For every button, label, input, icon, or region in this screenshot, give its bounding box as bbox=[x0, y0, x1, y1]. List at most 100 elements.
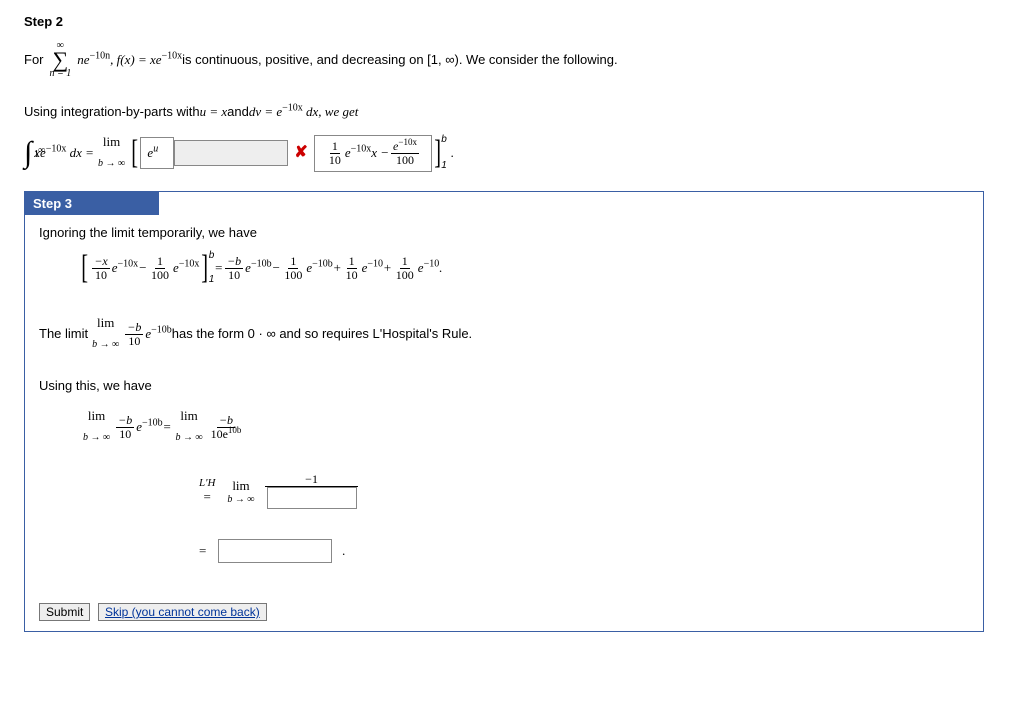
t: 100 bbox=[149, 269, 171, 282]
t: −10x bbox=[351, 144, 372, 155]
step3-line2: The limit limb → ∞ −b10 e−10b has the fo… bbox=[39, 312, 969, 356]
correct-box: 1 10 e−10xx − e−10x 100 bbox=[314, 135, 432, 172]
step3-eq1: [ −x10 e−10x − 1100 e−10x ] b1 = −b10 e−… bbox=[79, 250, 969, 286]
answer-input-1[interactable]: eu bbox=[140, 137, 174, 169]
step3-line3: Using this, we have bbox=[39, 378, 969, 393]
t: −b bbox=[225, 255, 243, 269]
t: b → ∞ bbox=[92, 334, 119, 356]
t: b → ∞ bbox=[175, 427, 202, 449]
t: 1 bbox=[347, 255, 357, 269]
t: 10e bbox=[211, 427, 228, 441]
t: −10x bbox=[282, 103, 303, 114]
t: x − bbox=[371, 145, 389, 160]
t: = bbox=[204, 489, 211, 505]
step2-line1: For ∞ ∑ n = 1 ne−10n, f(x) = xe−10x is c… bbox=[24, 39, 1024, 81]
t: and bbox=[227, 101, 249, 123]
t: = bbox=[199, 543, 206, 559]
t: ne bbox=[77, 52, 89, 67]
t: −10x bbox=[46, 144, 67, 155]
t: + bbox=[333, 257, 342, 279]
t: lim bbox=[232, 478, 249, 494]
t: 10 bbox=[117, 428, 133, 441]
t: ∞ bbox=[38, 136, 45, 166]
t: b → ∞ bbox=[83, 427, 110, 449]
t: has the form 0 · ∞ and so requires L'Hos… bbox=[172, 323, 472, 345]
t: b → ∞ bbox=[227, 494, 254, 505]
t: 10 bbox=[344, 269, 360, 282]
frac: 1 10 bbox=[327, 140, 343, 167]
step3-eq4: limb → ∞ −b10 e−10b = limb → ∞ −b 10e10b bbox=[79, 405, 969, 449]
submit-button[interactable]: Submit bbox=[39, 603, 90, 621]
t: 1 bbox=[330, 140, 340, 154]
t: −1 bbox=[265, 473, 358, 487]
integral: ∞ ∫ 1 xe−10x dx = bbox=[24, 138, 94, 168]
bracket-bounds: b 1 bbox=[441, 134, 447, 172]
t: −10b bbox=[142, 418, 163, 429]
t: 10 bbox=[226, 269, 242, 282]
text: is continuous, positive, and decreasing … bbox=[182, 49, 617, 71]
series-term: ne−10n, f(x) = xe−10x bbox=[77, 49, 182, 71]
t: − bbox=[138, 257, 147, 279]
t: dv = e bbox=[249, 104, 282, 119]
right-bracket: ] bbox=[434, 138, 441, 168]
t: lim bbox=[180, 405, 197, 427]
t: lim bbox=[88, 405, 105, 427]
t: b bbox=[441, 134, 447, 146]
t: 100 bbox=[394, 269, 416, 282]
t: The limit bbox=[39, 323, 88, 345]
t: dx = bbox=[66, 145, 94, 160]
answer-input-1-display bbox=[174, 140, 288, 166]
t: 1 bbox=[288, 255, 298, 269]
step3-final-row: = . bbox=[199, 539, 969, 563]
t: −b bbox=[116, 414, 134, 428]
t: − bbox=[272, 257, 281, 279]
t: 100 bbox=[394, 154, 416, 167]
skip-button[interactable]: Skip (you cannot come back) bbox=[98, 603, 267, 621]
sigma-glyph: ∑ bbox=[53, 53, 69, 67]
t: 1 bbox=[400, 255, 410, 269]
text: For bbox=[24, 49, 44, 71]
t: 1 bbox=[441, 160, 447, 172]
t: −10b bbox=[312, 259, 333, 270]
t: , f(x) = xe bbox=[110, 52, 161, 67]
t: 1 bbox=[155, 255, 165, 269]
frac: e−10x 100 bbox=[391, 140, 419, 167]
t: lim bbox=[97, 312, 114, 334]
step3-title: Step 3 bbox=[25, 192, 159, 215]
answer-input-final[interactable] bbox=[218, 539, 332, 563]
t: 10 bbox=[327, 154, 343, 167]
dv: dv = e−10x dx, we get bbox=[249, 101, 359, 123]
t: −x bbox=[92, 255, 109, 269]
t: . bbox=[451, 142, 454, 164]
t: = bbox=[214, 257, 223, 279]
t: −10x bbox=[162, 51, 183, 62]
step2-title: Step 2 bbox=[24, 14, 1024, 29]
t: u = x bbox=[200, 101, 228, 123]
right-bracket: ] bbox=[202, 253, 209, 283]
t: 10 bbox=[126, 335, 142, 348]
t: −10b bbox=[151, 325, 172, 336]
t: −10b bbox=[251, 259, 272, 270]
t: −10x bbox=[118, 259, 139, 270]
wrong-icon: ✘ bbox=[294, 142, 307, 164]
t: −10n bbox=[90, 51, 111, 62]
sigma: ∞ ∑ n = 1 bbox=[50, 39, 72, 81]
t: u bbox=[153, 144, 158, 155]
t: 100 bbox=[282, 269, 304, 282]
t: . bbox=[439, 257, 442, 279]
t: −10x bbox=[179, 259, 200, 270]
t: −10x bbox=[398, 137, 417, 147]
lim: lim b → ∞ bbox=[98, 131, 125, 175]
left-bracket: [ bbox=[131, 138, 138, 168]
t: −b bbox=[125, 321, 143, 335]
t: b → ∞ bbox=[98, 153, 125, 175]
t: −10 bbox=[367, 259, 383, 270]
answer-input-denominator[interactable] bbox=[267, 487, 357, 509]
t: 1 bbox=[34, 140, 39, 170]
t: −10 bbox=[424, 259, 440, 270]
step2-line2: Using integration-by-parts with u = x an… bbox=[24, 101, 1024, 123]
t: Using integration-by-parts with bbox=[24, 101, 200, 123]
lh-label: L'H bbox=[199, 477, 215, 489]
t: lim bbox=[103, 131, 120, 153]
left-bracket: [ bbox=[81, 253, 88, 283]
